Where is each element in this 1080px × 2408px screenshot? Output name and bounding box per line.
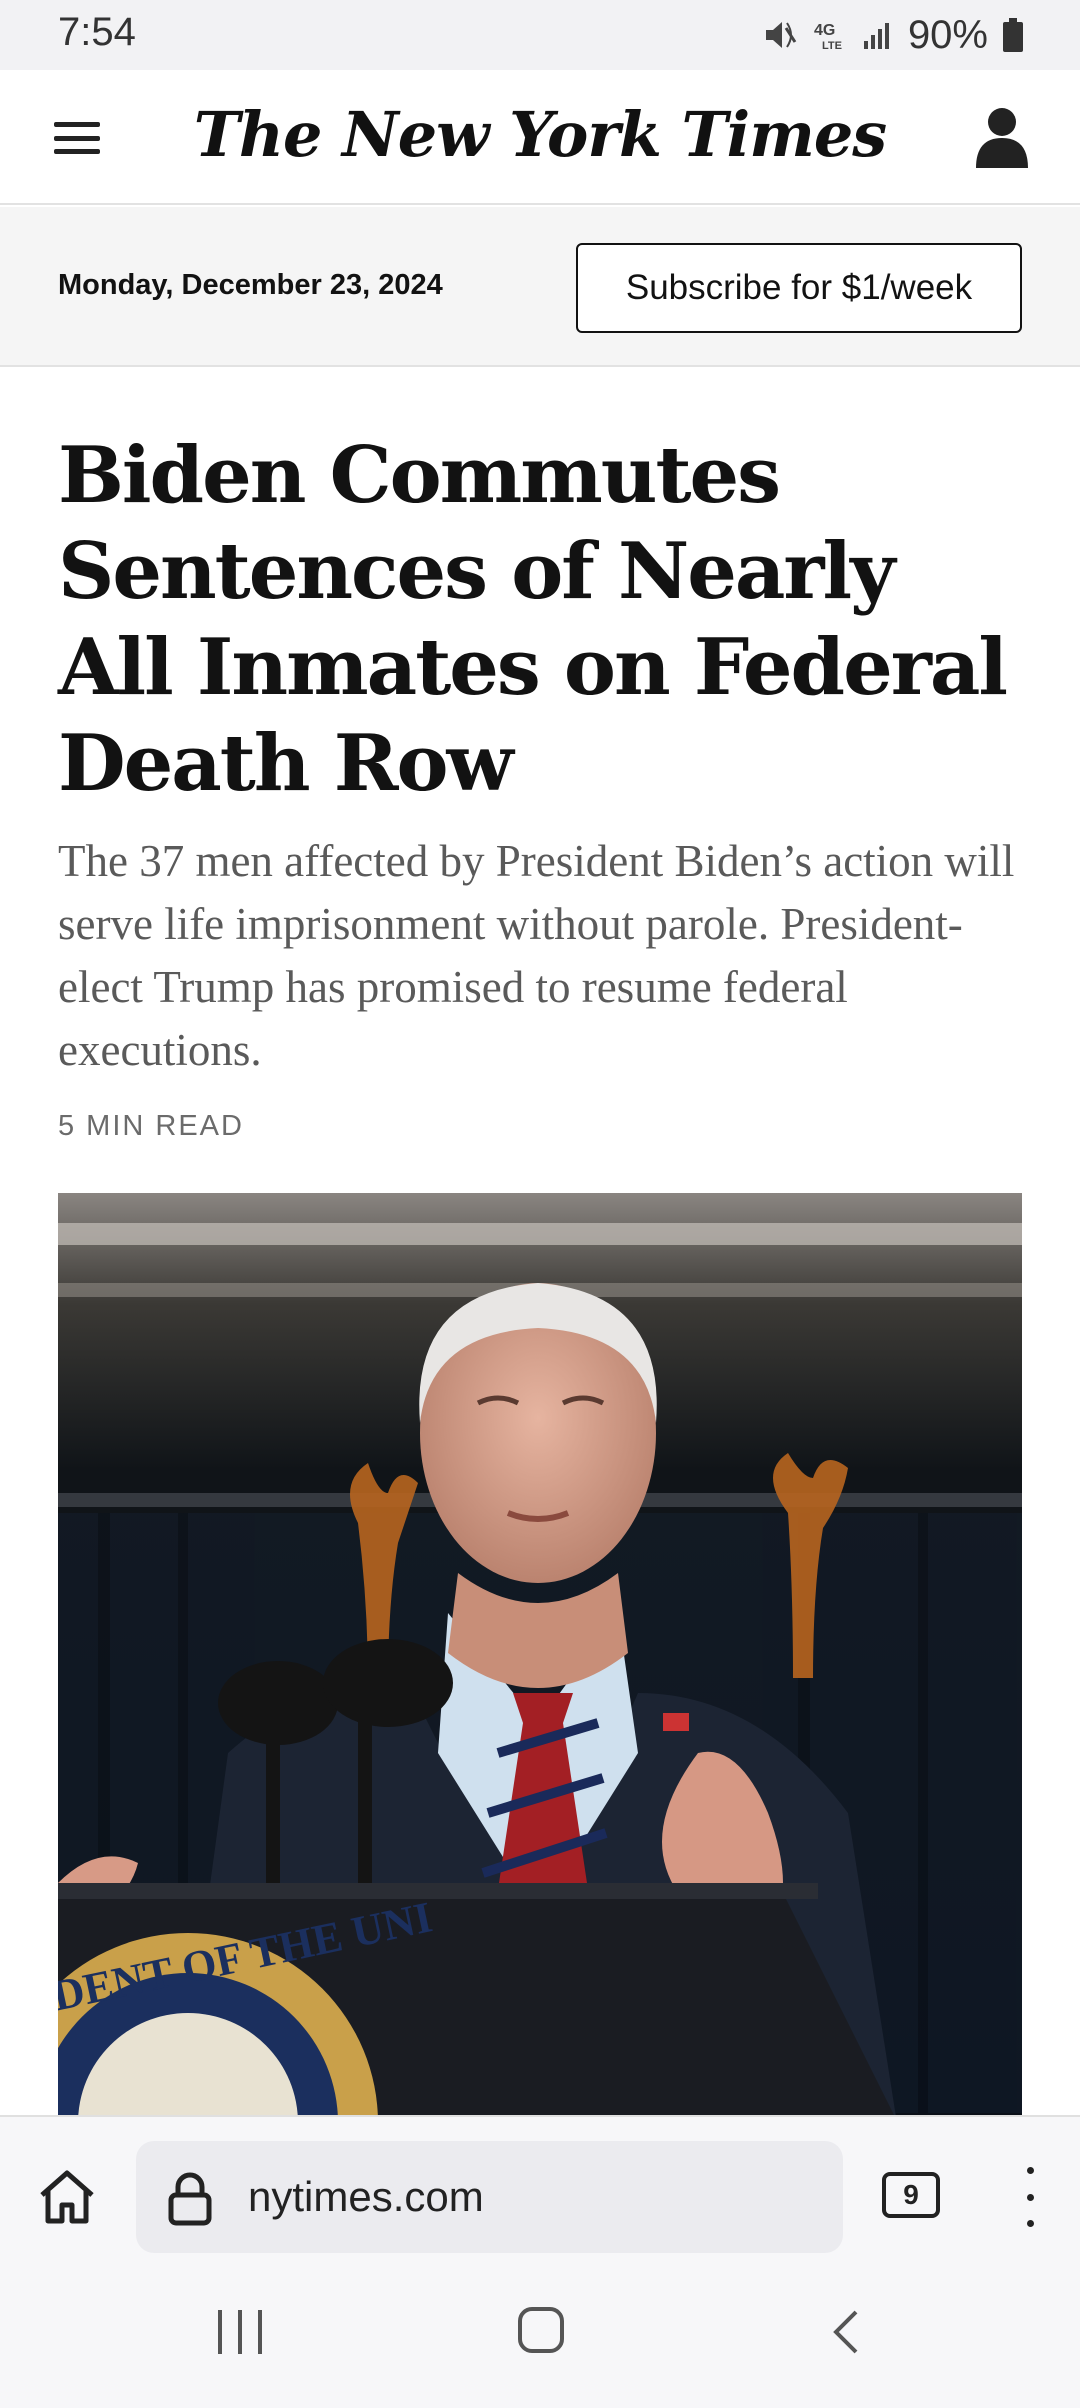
article-photo-illustration: IDENT OF THE UNI (58, 1193, 1022, 2115)
battery-percentage: 90% (907, 12, 988, 57)
url-text: nytimes.com (248, 2173, 484, 2220)
home-nav-icon[interactable] (518, 2307, 564, 2353)
system-nav-bar (0, 2260, 1080, 2408)
mute-icon (765, 22, 797, 48)
article-headline: Biden Commutes Sentences of Nearly All I… (58, 430, 1008, 809)
recent-apps-icon[interactable] (218, 2310, 262, 2354)
nyt-logo[interactable]: The New York Times (0, 98, 1080, 171)
article-photo: IDENT OF THE UNI (58, 1193, 1022, 2115)
svg-text:4G: 4G (814, 22, 835, 39)
site-header: The New York Times (0, 70, 1080, 205)
signal-icon (863, 23, 889, 49)
account-icon[interactable] (974, 106, 1030, 170)
svg-text:LTE: LTE (822, 40, 842, 52)
address-bar[interactable]: nytimes.com (136, 2141, 843, 2253)
browser-toolbar: nytimes.com 9 (0, 2115, 1080, 2260)
status-icons: 4G LTE 90% (762, 10, 1024, 60)
status-time: 7:54 (58, 10, 136, 54)
tab-switcher-button[interactable]: 9 (882, 2172, 940, 2218)
article-summary: The 37 men affected by President Biden’s… (58, 836, 1015, 1075)
4g-lte-icon: 4G LTE (814, 22, 842, 52)
read-time: 5 MIN READ (58, 1110, 244, 1142)
date-bar: Monday, December 23, 2024 Subscribe for … (0, 207, 1080, 367)
lock-icon (168, 2172, 212, 2226)
battery-icon (1003, 18, 1023, 52)
current-date: Monday, December 23, 2024 (58, 269, 443, 301)
more-options-icon[interactable] (1020, 2167, 1040, 2227)
status-bar: 7:54 4G LTE 90% (0, 0, 1080, 70)
subscribe-button[interactable]: Subscribe for $1/week (576, 243, 1022, 333)
home-icon[interactable] (36, 2165, 98, 2227)
back-icon[interactable] (826, 2308, 870, 2356)
